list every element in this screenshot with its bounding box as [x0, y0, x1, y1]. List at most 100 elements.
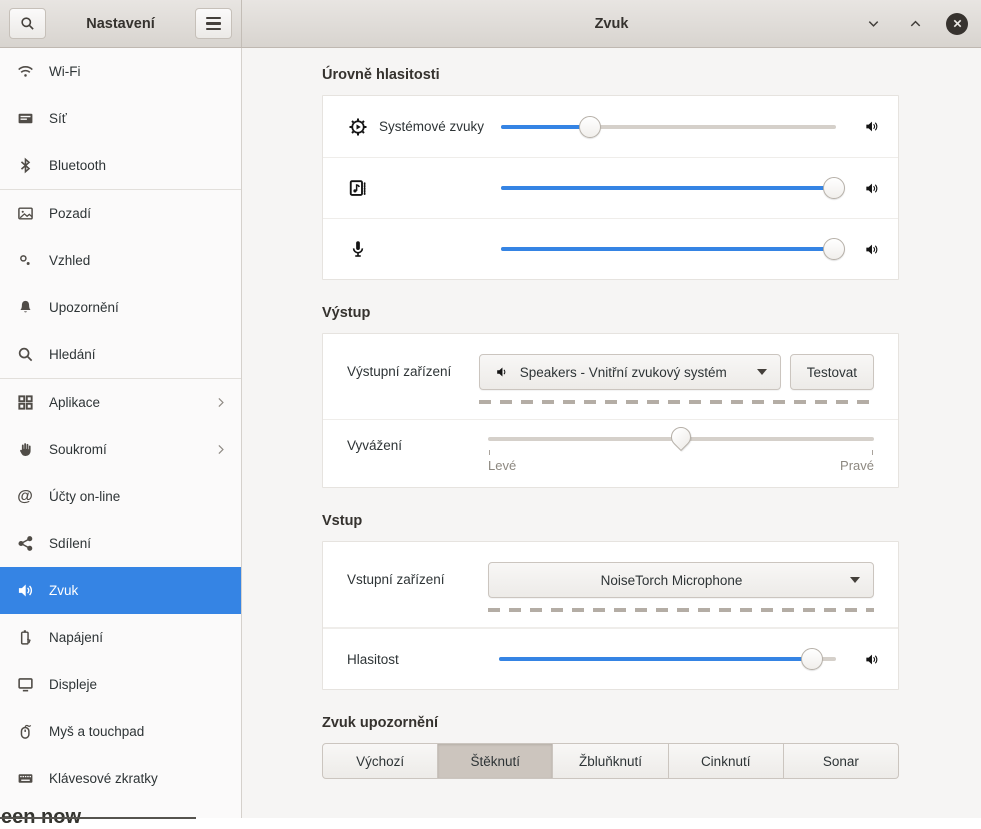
slider-handle[interactable] [823, 238, 845, 260]
speaker-icon [493, 365, 511, 379]
keyboard-icon [16, 770, 34, 788]
slider-handle[interactable] [823, 177, 845, 199]
sidebar-item-label: Sdílení [49, 536, 91, 551]
balance-controls: Levé Pravé [488, 428, 874, 473]
input-volume-slider[interactable] [499, 648, 836, 670]
input-volume-row: Hlasitost [323, 628, 898, 689]
sidebar-item-label: Síť [49, 111, 67, 126]
sidebar-item-applications[interactable]: Aplikace [0, 379, 241, 426]
image-icon [16, 205, 34, 223]
alert-option-sonar[interactable]: Sonar [784, 743, 899, 779]
share-icon [16, 535, 34, 553]
sidebar-item-label: Soukromí [49, 442, 107, 457]
slider-handle[interactable] [579, 116, 601, 138]
slider-fill [501, 247, 834, 251]
appearance-icon [16, 252, 34, 270]
search-button[interactable] [9, 8, 46, 39]
input-device-dropdown[interactable]: NoiseTorch Microphone [488, 562, 874, 598]
volume-speaker-icon [862, 242, 880, 257]
sidebar-item-background[interactable]: Pozadí [0, 190, 241, 237]
balance-label: Vyvážení [347, 428, 488, 453]
input-level-meter [488, 608, 874, 612]
alert-option-vychozi[interactable]: Výchozí [322, 743, 438, 779]
system-sounds-icon [347, 117, 369, 137]
hamburger-icon [206, 17, 221, 30]
chevron-right-icon [214, 443, 227, 456]
output-device-label: Výstupní zařízení [347, 354, 479, 379]
output-level-meter [479, 400, 874, 404]
chevron-right-icon [214, 396, 227, 409]
unmaximize-button[interactable] [862, 13, 884, 35]
balance-slider[interactable] [488, 428, 874, 450]
alert-option-zblunknuti[interactable]: Žbluňknutí [553, 743, 668, 779]
volume-row-system-sounds: Systémové zvuky [323, 96, 898, 157]
menu-button[interactable] [195, 8, 232, 39]
sidebar-item-label: Klávesové zkratky [49, 771, 158, 786]
app-title: Nastavení [86, 16, 155, 32]
section-title-alert-sound: Zvuk upozornění [322, 715, 899, 731]
dropdown-caret-icon [757, 369, 767, 375]
sidebar-item-sharing[interactable]: Sdílení [0, 520, 241, 567]
output-device-dropdown[interactable]: Speakers - Vnitřní zvukový systém [479, 354, 781, 390]
app-music-icon [347, 178, 369, 198]
section-title-volume-levels: Úrovně hlasitosti [322, 67, 899, 83]
volume-speaker-icon [862, 181, 880, 196]
sound-panel: Úrovně hlasitosti Systémové zvuky [243, 48, 981, 818]
sidebar-item-network[interactable]: Síť [0, 95, 241, 142]
volume-speaker-icon [862, 119, 880, 134]
sidebar-item-search[interactable]: Hledání [0, 331, 241, 378]
chevron-down-icon [866, 16, 881, 31]
background-partial-line [0, 817, 196, 819]
sidebar-item-appearance[interactable]: Vzhled [0, 237, 241, 284]
volume-levels-card: Systémové zvuky [322, 95, 899, 280]
sidebar-item-label: Napájení [49, 630, 103, 645]
sidebar-item-sound[interactable]: Zvuk [0, 567, 241, 614]
monitor-icon [16, 676, 34, 694]
dropdown-caret-icon [850, 577, 860, 583]
bluetooth-icon [16, 157, 34, 175]
input-device-row: Vstupní zařízení NoiseTorch Microphone [323, 542, 898, 628]
sidebar-item-online-accounts[interactable]: @ Účty on-line [0, 473, 241, 520]
network-icon [16, 110, 34, 128]
speaker-icon [16, 582, 34, 600]
microphone-volume-slider[interactable] [501, 238, 836, 260]
slider-handle[interactable] [801, 648, 823, 670]
sidebar-item-bluetooth[interactable]: Bluetooth [0, 142, 241, 189]
input-card: Vstupní zařízení NoiseTorch Microphone H… [322, 541, 899, 690]
battery-icon [16, 629, 34, 647]
microphone-icon [347, 239, 369, 259]
alert-option-steknuti[interactable]: Štěknutí [438, 743, 553, 779]
header-bar: Nastavení Zvuk [0, 0, 981, 48]
search-icon [20, 16, 35, 31]
sidebar-item-notifications[interactable]: Upozornění [0, 284, 241, 331]
output-device-value: Speakers - Vnitřní zvukový systém [520, 365, 748, 380]
sidebar-item-label: Vzhled [49, 253, 90, 268]
hand-icon [16, 441, 34, 459]
settings-window: Nastavení Zvuk [0, 0, 981, 818]
input-device-value: NoiseTorch Microphone [502, 573, 841, 588]
test-button[interactable]: Testovat [790, 354, 874, 390]
close-button[interactable] [946, 13, 968, 35]
application-volume-slider[interactable] [501, 177, 836, 199]
sidebar-item-mouse[interactable]: Myš a touchpad [0, 708, 241, 755]
alert-option-cinknuti[interactable]: Cinknutí [669, 743, 784, 779]
balance-handle[interactable] [667, 423, 695, 451]
volume-row-microphone [323, 218, 898, 279]
sidebar-item-privacy[interactable]: Soukromí [0, 426, 241, 473]
page-title: Zvuk [595, 16, 629, 32]
sidebar-item-label: Aplikace [49, 395, 100, 410]
header-left: Nastavení [0, 0, 242, 47]
sidebar-item-label: Účty on-line [49, 489, 120, 504]
section-title-input: Vstup [322, 513, 899, 529]
sidebar-item-wifi[interactable]: Wi-Fi [0, 48, 241, 95]
chevron-up-icon [908, 16, 923, 31]
sidebar-item-keyboard[interactable]: Klávesové zkratky [0, 755, 241, 802]
output-device-row: Výstupní zařízení Speakers - Vnitřní zvu… [323, 334, 898, 420]
system-sounds-slider[interactable] [501, 116, 836, 138]
mouse-icon [16, 723, 34, 741]
sidebar-item-power[interactable]: Napájení [0, 614, 241, 661]
sidebar-item-label: Pozadí [49, 206, 91, 221]
maximize-button[interactable] [904, 13, 926, 35]
sidebar-item-displays[interactable]: Displeje [0, 661, 241, 708]
grid-icon [16, 394, 34, 412]
